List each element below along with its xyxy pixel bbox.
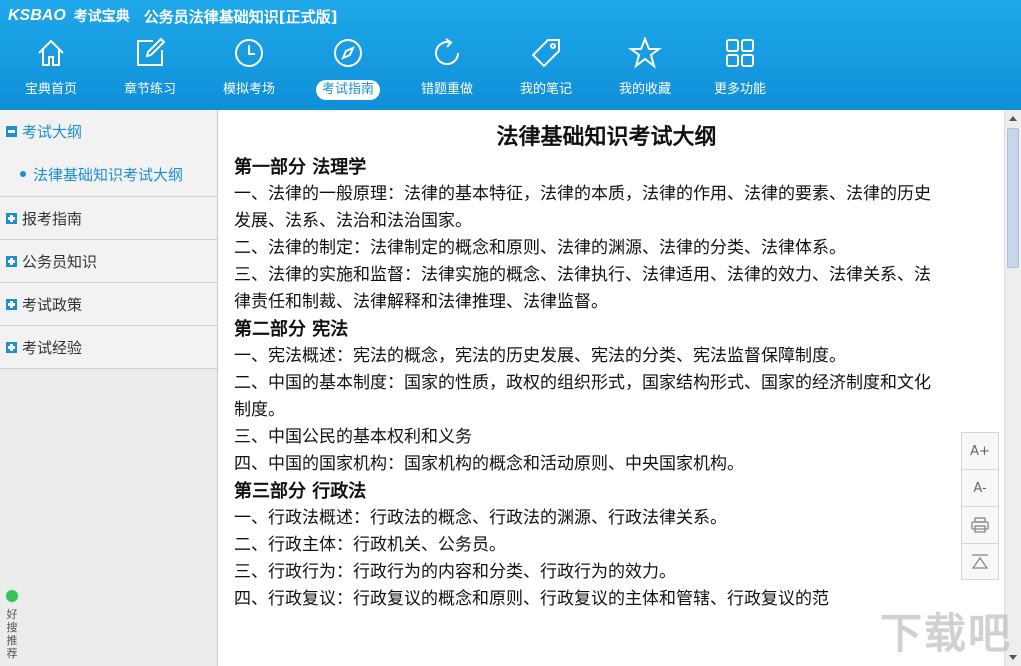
sidebar-item-civil-servant-knowledge[interactable]: 公务员知识 <box>0 240 217 282</box>
section-item: 四、中国的国家机构：国家机构的概念和活动原则、中央国家机构。 <box>234 454 744 474</box>
scroll-up-arrow-icon[interactable] <box>1005 110 1021 126</box>
nav-exam-guide[interactable]: 考试指南 <box>303 34 393 106</box>
sidebar-group-exam-policy: 考试政策 <box>0 283 217 326</box>
brand-cn: 考试宝典 <box>73 9 130 25</box>
app-title: 公务员法律基础知识[正式版] <box>143 7 338 26</box>
section-title: 第三部分 行政法 <box>234 481 367 502</box>
app-header: KSBAO 考试宝典 公务员法律基础知识[正式版] 宝典首页 章节练习 模拟考场 <box>0 0 1021 110</box>
sidebar: 考试大纲 法律基础知识考试大纲 报考指南 公务员知识 考试政策 考试经验 好搜推 <box>0 110 218 666</box>
expand-icon <box>6 341 17 353</box>
content-pane: 法律基础知识考试大纲 第一部分 法理学 一、法律的一般原理：法律的基本特征，法律… <box>219 110 1004 666</box>
scrollbar-thumb[interactable] <box>1007 128 1019 268</box>
vertical-scrollbar[interactable] <box>1004 110 1021 666</box>
back-to-top-button[interactable] <box>962 544 998 580</box>
home-icon <box>38 39 64 66</box>
haosou-recommend[interactable]: 好搜推荐 <box>2 588 22 660</box>
collapse-icon <box>6 125 17 137</box>
section-item: 三、法律的实施和监督：法律实施的概念、法律执行、法律适用、法律的效力、法律关系、… <box>234 265 931 312</box>
print-button[interactable] <box>962 507 998 544</box>
clock-icon <box>235 39 263 67</box>
nav-my-favorites[interactable]: 我的收藏 <box>600 34 690 106</box>
bullet-icon <box>20 171 26 177</box>
nav-mock-exam[interactable]: 模拟考场 <box>204 34 294 106</box>
nav-my-notes[interactable]: 我的笔记 <box>501 34 591 106</box>
main-nav: 宝典首页 章节练习 模拟考场 考试指南 错题重做 我的笔记 我的收藏 更多功能 <box>0 34 800 108</box>
nav-chapter-practice[interactable]: 章节练习 <box>105 34 195 106</box>
document: 法律基础知识考试大纲 第一部分 法理学 一、法律的一般原理：法律的基本特征，法律… <box>234 122 939 613</box>
section-item: 二、法律的制定：法律制定的概念和原则、法律的渊源、法律的分类、法律体系。 <box>234 238 846 258</box>
section-item: 一、行政法概述：行政法的概念、行政法的渊源、行政法律关系。 <box>234 508 727 528</box>
expand-icon <box>6 298 17 310</box>
watermark: 下载吧 <box>880 609 1013 658</box>
back-to-top-icon <box>971 554 989 569</box>
sidebar-item-exam-outline[interactable]: 考试大纲 <box>0 110 217 152</box>
nav-home[interactable]: 宝典首页 <box>6 34 96 106</box>
expand-icon <box>6 212 17 224</box>
sidebar-group-civil-servant-knowledge: 公务员知识 <box>0 240 217 283</box>
nav-redo-wrong[interactable]: 错题重做 <box>402 34 492 106</box>
title-row: KSBAO 考试宝典 公务员法律基础知识[正式版] <box>8 4 338 28</box>
nav-more[interactable]: 更多功能 <box>695 34 785 106</box>
sidebar-item-exam-policy[interactable]: 考试政策 <box>0 283 217 325</box>
compass-icon <box>334 39 362 67</box>
reading-tools: A+ A- <box>961 432 999 580</box>
sidebar-item-exam-experience[interactable]: 考试经验 <box>0 326 217 368</box>
grid-icon <box>726 39 754 67</box>
font-increase-button[interactable]: A+ <box>962 433 998 470</box>
section-title: 第一部分 法理学 <box>234 157 367 178</box>
sidebar-group-exam-outline: 考试大纲 法律基础知识考试大纲 <box>0 110 217 197</box>
brand-logo: KSBAO <box>8 7 66 24</box>
star-icon <box>628 36 662 69</box>
tag-icon <box>531 39 560 68</box>
document-title: 法律基础知识考试大纲 <box>496 125 717 150</box>
section-item: 三、行政行为：行政行为的内容和分类、行政行为的效力。 <box>234 562 676 582</box>
section-item: 二、行政主体：行政机关、公务员。 <box>234 535 506 555</box>
edit-icon <box>137 37 166 66</box>
section-item: 一、宪法概述：宪法的概念，宪法的历史发展、宪法的分类、宪法监督保障制度。 <box>234 346 846 366</box>
print-icon <box>971 517 989 533</box>
refresh-icon <box>435 38 460 66</box>
section-item: 三、中国公民的基本权利和义务 <box>234 427 472 447</box>
sidebar-item-registration-guide[interactable]: 报考指南 <box>0 197 217 239</box>
section-title: 第二部分 宪法 <box>234 319 349 340</box>
haosou-recommend-label: 好搜推荐 <box>6 608 18 660</box>
status-dot-icon <box>4 588 20 604</box>
sidebar-group-registration-guide: 报考指南 <box>0 197 217 240</box>
expand-icon <box>6 255 17 267</box>
sidebar-group-exam-experience: 考试经验 <box>0 326 217 369</box>
font-decrease-button[interactable]: A- <box>962 470 998 507</box>
section-item: 一、法律的一般原理：法律的基本特征，法律的本质，法律的作用、法律的要素、法律的历… <box>234 184 931 231</box>
section-item: 四、行政复议：行政复议的概念和原则、行政复议的主体和管辖、行政复议的范 <box>234 589 829 609</box>
section-item: 二、中国的基本制度：国家的性质，政权的组织形式，国家结构形式、国家的经济制度和文… <box>234 373 931 420</box>
sidebar-subitem-law-outline[interactable]: 法律基础知识考试大纲 <box>0 152 217 196</box>
